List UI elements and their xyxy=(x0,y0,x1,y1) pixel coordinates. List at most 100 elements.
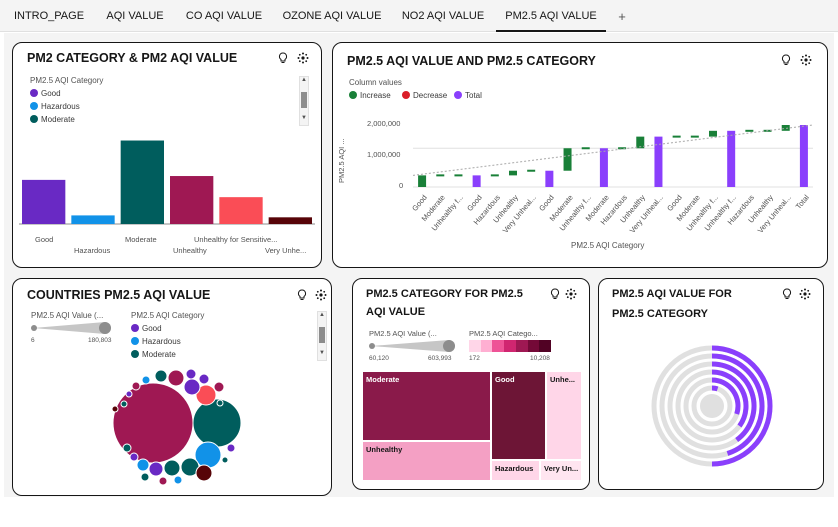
bubble[interactable] xyxy=(183,378,201,396)
card-title: PM2 CATEGORY & PM2 AQI VALUE xyxy=(27,51,238,65)
waterfall-bar-increase[interactable] xyxy=(581,147,590,150)
bar[interactable] xyxy=(120,140,164,224)
bar[interactable] xyxy=(22,179,66,224)
legend-decrease[interactable]: Decrease xyxy=(402,91,447,100)
legend-hazardous[interactable]: Hazardous xyxy=(30,102,80,111)
legend-good[interactable]: Good xyxy=(30,89,61,98)
bar[interactable] xyxy=(170,176,214,224)
waterfall-bar-increase[interactable] xyxy=(509,170,517,176)
bubble[interactable] xyxy=(185,368,197,380)
legend-hazardous[interactable]: Hazardous xyxy=(131,337,181,346)
bar[interactable] xyxy=(219,197,263,224)
legend-moderate[interactable]: Moderate xyxy=(30,115,75,124)
legend-total[interactable]: Total xyxy=(454,91,482,100)
settings-icon[interactable] xyxy=(315,289,327,301)
lightbulb-icon[interactable] xyxy=(296,289,308,301)
bubble[interactable] xyxy=(167,369,185,387)
treemap-cell-unhealthy-for-sensitive[interactable]: Unhe... xyxy=(546,371,582,460)
legend-scrollbar[interactable]: ▲ ▼ xyxy=(299,76,309,126)
waterfall-bar-increase[interactable] xyxy=(436,174,445,177)
waterfall-bar-total[interactable] xyxy=(654,136,663,187)
scroll-up-icon[interactable]: ▲ xyxy=(318,312,326,318)
scroll-up-icon[interactable]: ▲ xyxy=(300,77,308,83)
bubble[interactable] xyxy=(226,443,236,453)
scroll-thumb[interactable] xyxy=(319,327,325,343)
waterfall-bar-increase[interactable] xyxy=(563,148,572,171)
treemap-cell-good[interactable]: Good xyxy=(491,371,546,460)
bubble[interactable] xyxy=(221,456,229,464)
bubble[interactable] xyxy=(120,400,128,408)
lightbulb-icon[interactable] xyxy=(549,288,561,300)
card-radial[interactable]: PM2.5 AQI VALUE FOR PM2.5 CATEGORY xyxy=(598,278,824,490)
bubble[interactable] xyxy=(136,458,150,472)
bubble[interactable] xyxy=(173,475,183,485)
waterfall-bar-increase[interactable] xyxy=(454,174,463,177)
bubble[interactable] xyxy=(125,390,133,398)
bubble[interactable] xyxy=(198,373,210,385)
waterfall-bar-increase[interactable] xyxy=(690,135,699,138)
bubble[interactable] xyxy=(195,464,213,482)
waterfall-bar-increase[interactable] xyxy=(781,125,790,131)
lightbulb-icon[interactable] xyxy=(781,288,793,300)
bubble[interactable] xyxy=(111,405,119,413)
treemap-cell-very-unhealthy[interactable]: Very Un... xyxy=(540,460,582,481)
card-countries-bubble[interactable]: COUNTRIES PM2.5 AQI VALUE PM2.5 AQI Valu… xyxy=(12,278,332,496)
x-label: Total xyxy=(793,193,811,211)
bubble[interactable] xyxy=(192,398,242,448)
scroll-thumb[interactable] xyxy=(301,92,307,108)
waterfall-bar-total[interactable] xyxy=(799,125,808,187)
legend-good[interactable]: Good xyxy=(131,324,162,333)
lightbulb-icon[interactable] xyxy=(780,54,792,66)
waterfall-bar-total[interactable] xyxy=(599,148,608,187)
settings-icon[interactable] xyxy=(800,54,812,66)
tab-pm25-aqi-value[interactable]: PM2.5 AQI VALUE xyxy=(496,0,606,32)
bubble[interactable] xyxy=(148,461,164,477)
tab-ozone-aqi-value[interactable]: OZONE AQI VALUE xyxy=(276,0,388,32)
lightbulb-icon[interactable] xyxy=(277,52,289,64)
bubble[interactable] xyxy=(154,369,168,383)
waterfall-bar-increase[interactable] xyxy=(418,175,427,187)
waterfall-bar-increase[interactable] xyxy=(490,174,499,177)
treemap-cell-moderate[interactable]: Moderate xyxy=(362,371,491,441)
tab-intro-page[interactable]: INTRO_PAGE xyxy=(6,0,92,32)
bar[interactable] xyxy=(268,217,312,224)
bubble[interactable] xyxy=(213,381,225,393)
bubble[interactable] xyxy=(216,399,224,407)
waterfall-bar-increase[interactable] xyxy=(527,169,536,172)
bubble[interactable] xyxy=(141,375,151,385)
legend-increase[interactable]: Increase xyxy=(349,91,391,100)
waterfall-bar-increase[interactable] xyxy=(672,135,681,138)
waterfall-bar-increase[interactable] xyxy=(709,130,717,137)
bubble[interactable] xyxy=(163,459,181,477)
tab-no2-aqi-value[interactable]: NO2 AQI VALUE xyxy=(394,0,492,32)
bubble[interactable] xyxy=(122,443,132,453)
bubble[interactable] xyxy=(131,381,141,391)
add-tab-icon[interactable]: + xyxy=(612,0,632,32)
bubble[interactable] xyxy=(158,476,168,486)
settings-icon[interactable] xyxy=(799,288,811,300)
settings-icon[interactable] xyxy=(565,288,577,300)
card-waterfall[interactable]: PM2.5 AQI VALUE AND PM2.5 CATEGORY Colum… xyxy=(332,42,828,268)
scroll-down-icon[interactable]: ▼ xyxy=(300,115,308,121)
bubble[interactable] xyxy=(140,472,150,482)
legend-dot-hazardous xyxy=(131,337,139,345)
tab-aqi-value[interactable]: AQI VALUE xyxy=(98,0,172,32)
treemap-cell-hazardous[interactable]: Hazardous xyxy=(491,460,540,481)
scroll-down-icon[interactable]: ▼ xyxy=(318,350,326,356)
treemap-cell-unhealthy[interactable]: Unhealthy xyxy=(362,441,491,481)
size-legend-wedge xyxy=(369,340,455,352)
legend-scrollbar[interactable]: ▲ ▼ xyxy=(317,311,327,361)
settings-icon[interactable] xyxy=(297,52,309,64)
card-pm2-category-bar[interactable]: PM2 CATEGORY & PM2 AQI VALUE PM2.5 AQI C… xyxy=(12,42,322,268)
radial-bar[interactable] xyxy=(711,385,719,392)
waterfall-bar-total[interactable] xyxy=(472,175,481,187)
legend-moderate[interactable]: Moderate xyxy=(131,350,176,359)
card-treemap[interactable]: PM2.5 CATEGORY FOR PM2.5 AQI VALUE PM2.5… xyxy=(352,278,590,490)
bar[interactable] xyxy=(71,215,115,224)
legend-title: Column values xyxy=(349,78,402,87)
bubble[interactable] xyxy=(129,452,139,462)
waterfall-bar-increase[interactable] xyxy=(745,129,754,132)
waterfall-bar-total[interactable] xyxy=(545,170,554,187)
waterfall-bar-total[interactable] xyxy=(727,130,736,187)
tab-co-aqi-value[interactable]: CO AQI VALUE xyxy=(178,0,270,32)
